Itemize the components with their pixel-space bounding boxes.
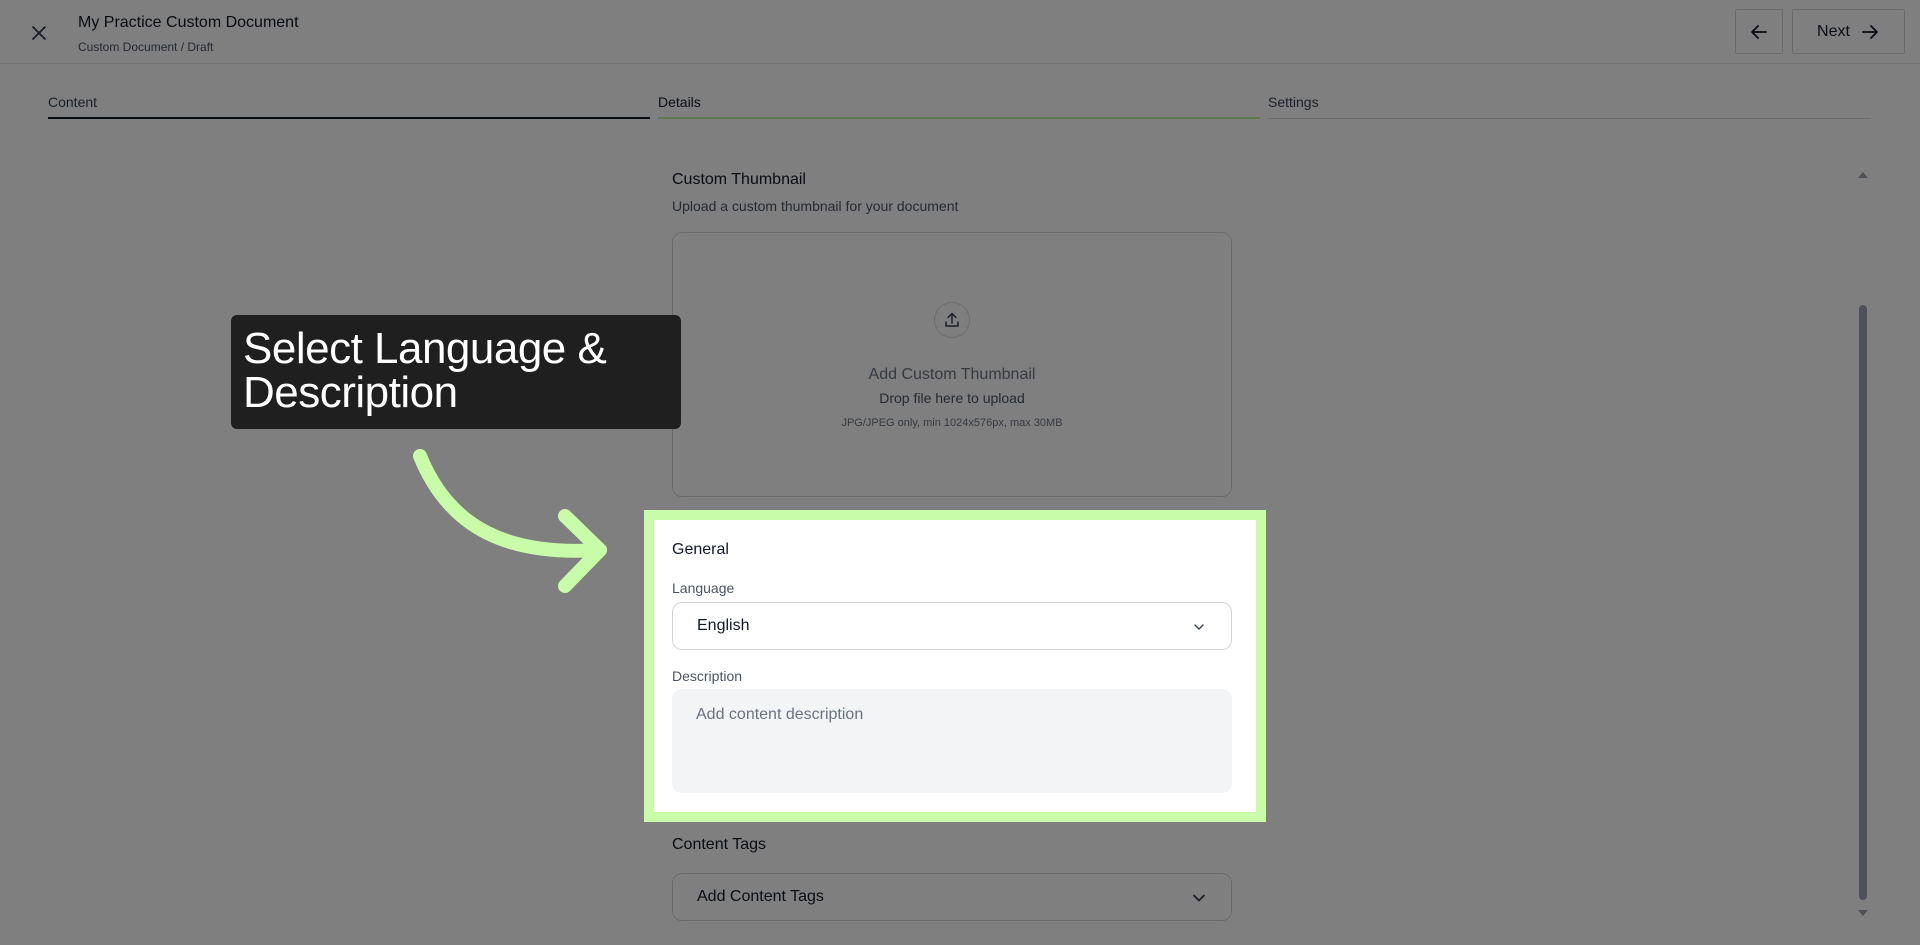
thumbnail-dropzone[interactable]: Add Custom Thumbnail Drop file here to u… — [672, 232, 1232, 497]
description-placeholder: Add content description — [696, 706, 864, 723]
top-bar: My Practice Custom Document Custom Docum… — [0, 0, 1920, 64]
next-button-label: Next — [1817, 22, 1850, 40]
tab-content[interactable]: Content — [48, 94, 650, 119]
tab-details[interactable]: Details — [658, 94, 1260, 119]
next-button[interactable]: Next — [1792, 9, 1905, 54]
dropzone-title: Add Custom Thumbnail — [868, 366, 1036, 383]
dropzone-subtitle: Drop file here to upload — [879, 390, 1025, 406]
content-tags-select-label: Add Content Tags — [697, 888, 824, 905]
close-icon — [32, 26, 46, 40]
upload-button[interactable] — [934, 302, 970, 338]
chevron-down-icon — [1193, 894, 1205, 902]
language-select[interactable]: English — [672, 602, 1232, 650]
document-title: My Practice Custom Document — [78, 14, 299, 31]
arrow-left-icon — [1751, 24, 1767, 39]
description-textarea[interactable]: Add content description — [672, 689, 1232, 793]
thumbnail-section-subtitle: Upload a custom thumbnail for your docum… — [672, 198, 959, 214]
scroll-down-arrow[interactable] — [1858, 910, 1868, 916]
language-label: Language — [672, 580, 735, 596]
language-select-value: English — [697, 617, 750, 634]
back-button[interactable] — [1735, 9, 1783, 54]
callout-text: Select Language & Description — [243, 324, 607, 417]
scroll-up-arrow[interactable] — [1858, 172, 1868, 178]
description-label: Description — [672, 668, 743, 684]
breadcrumb: Custom Document / Draft — [78, 40, 214, 54]
tab-settings[interactable]: Settings — [1268, 94, 1871, 119]
upload-icon — [945, 312, 959, 327]
scrollbar[interactable] — [1857, 168, 1869, 920]
thumbnail-section-title: Custom Thumbnail — [672, 171, 806, 188]
arrow-right-icon — [1862, 24, 1878, 39]
chevron-down-icon — [1194, 624, 1204, 630]
content-tags-select[interactable]: Add Content Tags — [672, 873, 1232, 921]
close-button[interactable] — [24, 18, 54, 48]
scrollbar-thumb[interactable] — [1859, 305, 1867, 900]
callout-arrow — [413, 449, 607, 593]
callout-box: Select Language & Description — [231, 315, 681, 429]
content-tags-title: Content Tags — [672, 836, 766, 853]
general-section-title: General — [672, 541, 729, 558]
dropzone-requirements: JPG/JPEG only, min 1024x576px, max 30MB — [841, 417, 1063, 429]
